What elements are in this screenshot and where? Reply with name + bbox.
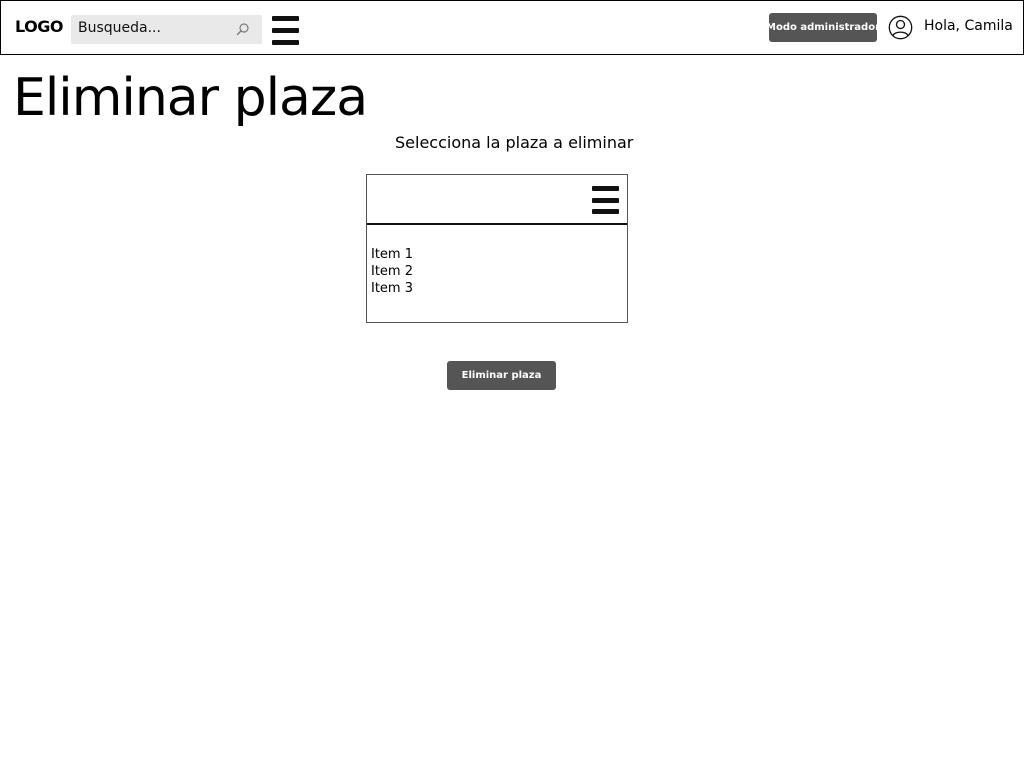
user-avatar-icon[interactable]: [888, 15, 913, 40]
search-icon[interactable]: [236, 22, 250, 36]
menu-bar: [272, 16, 299, 21]
item-list: Item 1 Item 2 Item 3: [371, 246, 413, 297]
menu-bar: [592, 209, 619, 214]
menu-bar: [592, 197, 619, 203]
menu-bar: [272, 40, 299, 45]
logo: LOGO: [15, 17, 63, 36]
list-item[interactable]: Item 3: [371, 280, 413, 297]
select-header[interactable]: [367, 175, 627, 225]
list-item[interactable]: Item 1: [371, 246, 413, 263]
admin-mode-button[interactable]: Modo administrador: [766, 13, 880, 42]
page-title: Eliminar plaza: [13, 68, 368, 128]
menu-bar: [272, 28, 299, 33]
plaza-select-list[interactable]: Item 1 Item 2 Item 3: [366, 174, 628, 323]
user-greeting[interactable]: Hola, Camila: [924, 18, 1013, 34]
top-header: LOGO Busqueda... Modo administrador Hola…: [0, 0, 1024, 55]
delete-plaza-button[interactable]: Eliminar plaza: [447, 361, 556, 390]
search-placeholder: Busqueda...: [78, 20, 161, 36]
menu-bar: [592, 186, 619, 191]
list-item[interactable]: Item 2: [371, 263, 413, 280]
search-input[interactable]: Busqueda...: [71, 15, 262, 44]
instruction-text: Selecciona la plaza a eliminar: [395, 133, 634, 152]
hamburger-menu-icon[interactable]: [592, 186, 619, 214]
hamburger-menu-icon[interactable]: [272, 16, 299, 45]
